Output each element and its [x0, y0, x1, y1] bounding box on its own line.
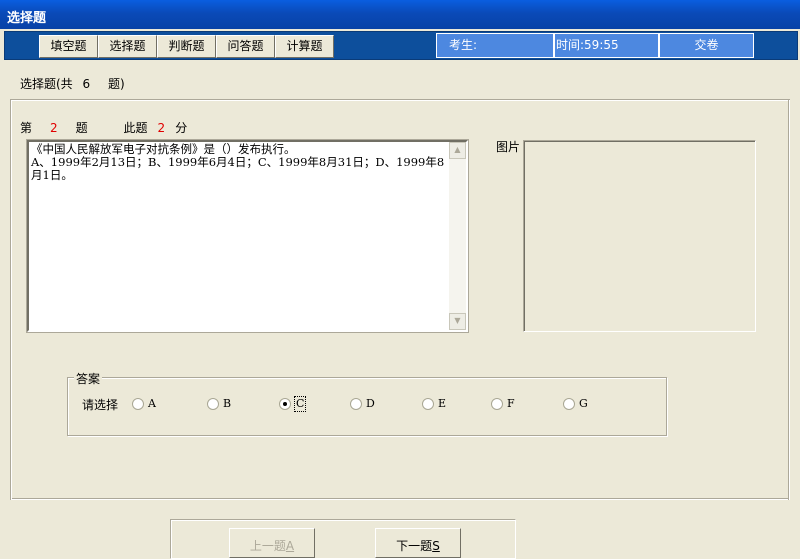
image-label: 图片 — [496, 140, 521, 154]
question-scrollbar[interactable]: ▲ ▼ — [449, 142, 466, 330]
option-g-label: G — [579, 397, 588, 410]
question-number-prefix: 第 — [20, 121, 33, 135]
question-text: 《中国人民解放军电子对抗条例》是（）发布执行。 A、1999年2月13日；B、1… — [31, 142, 445, 182]
radio-icon — [491, 398, 503, 410]
tab-calculation[interactable]: 计算题 — [275, 35, 334, 58]
examinee-label: 考生: — [449, 38, 478, 52]
title-bar: 选择题 — [0, 0, 800, 29]
tab-fill-blank[interactable]: 填空题 — [39, 35, 98, 58]
next-label: 下一题 — [396, 539, 433, 553]
next-question-button[interactable]: 下一题S — [375, 528, 461, 558]
section-header: 选择题(共 6 题) — [20, 75, 125, 92]
answer-group-label: 答案 — [74, 370, 103, 387]
radio-icon — [422, 398, 434, 410]
question-count: 6 — [82, 77, 91, 91]
nav-panel — [170, 519, 516, 559]
section-prefix: 选择题(共 — [20, 77, 73, 91]
tab-true-false[interactable]: 判断题 — [157, 35, 216, 58]
score-prefix: 此题 — [123, 121, 148, 135]
tab-short-answer[interactable]: 问答题 — [216, 35, 275, 58]
radio-icon — [563, 398, 575, 410]
answer-prompt: 请选择 — [82, 398, 119, 412]
option-e-label: E — [438, 397, 447, 410]
bottom-divider — [10, 498, 790, 500]
radio-checked-icon — [279, 398, 291, 410]
question-number: 2 — [50, 121, 58, 135]
option-a-label: A — [148, 397, 156, 410]
image-frame — [523, 140, 756, 332]
option-f-label: F — [507, 397, 515, 410]
option-d-label: D — [366, 397, 375, 410]
window-title: 选择题 — [7, 11, 47, 26]
left-border — [10, 100, 12, 500]
scroll-down-icon[interactable]: ▼ — [449, 313, 466, 330]
right-border — [788, 100, 790, 500]
timer-display: 时间:59:55 — [554, 33, 659, 58]
tab-multiple-choice[interactable]: 选择题 — [98, 35, 157, 58]
option-c-label: C — [293, 396, 307, 412]
question-textbox[interactable]: 《中国人民解放军电子对抗条例》是（）发布执行。 A、1999年2月13日；B、1… — [26, 139, 469, 333]
section-suffix: 题) — [107, 77, 125, 91]
timer-text: 时间:59:55 — [556, 38, 619, 52]
section-divider — [10, 99, 790, 101]
radio-icon — [207, 398, 219, 410]
scroll-up-icon[interactable]: ▲ — [449, 142, 466, 159]
question-number-suffix: 题 — [75, 121, 88, 135]
toolbar: 填空题 选择题 判断题 问答题 计算题 考生: 时间:59:55 交卷 — [4, 31, 798, 60]
radio-icon — [350, 398, 362, 410]
question-score: 2 — [157, 121, 166, 135]
radio-icon — [132, 398, 144, 410]
question-header: 第 2 题 此题 2 分 — [20, 119, 187, 136]
option-b-label: B — [223, 397, 232, 410]
submit-button[interactable]: 交卷 — [659, 33, 754, 58]
examinee-field: 考生: — [436, 33, 554, 58]
prev-label: 上一题 — [249, 539, 286, 553]
next-hotkey: S — [432, 539, 440, 553]
score-suffix: 分 — [175, 121, 188, 135]
prev-hotkey: A — [285, 539, 295, 553]
prev-question-button[interactable]: 上一题A — [229, 528, 315, 558]
